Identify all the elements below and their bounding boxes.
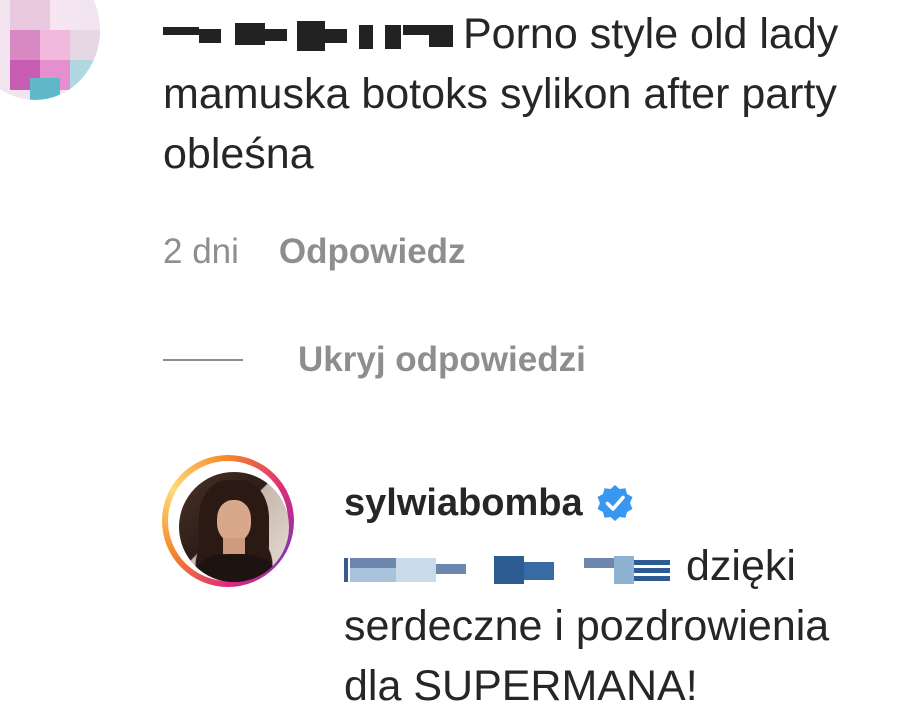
redacted-mention[interactable] — [344, 554, 674, 584]
comment-body: Porno style old lady mamuska botoks syli… — [163, 4, 898, 184]
commenter-avatar[interactable] — [0, 0, 100, 100]
divider-line — [163, 359, 243, 361]
reply-body: dzięki serdeczne i pozdrowienia dla SUPE… — [344, 536, 894, 716]
hide-replies-label: Ukryj odpowiedzi — [298, 340, 586, 379]
comment-timestamp[interactable]: 2 dni — [163, 226, 239, 278]
reply-username[interactable]: sylwiabomba — [344, 478, 583, 528]
reply-username-row: sylwiabomba — [344, 478, 635, 528]
reply-avatar[interactable] — [162, 455, 294, 587]
verified-badge-icon — [597, 485, 633, 521]
redacted-username[interactable] — [163, 20, 453, 53]
profile-photo — [179, 472, 289, 582]
hide-replies-button[interactable]: Ukryj odpowiedzi — [163, 340, 586, 380]
reply-button[interactable]: Odpowiedz — [279, 226, 466, 278]
comment-meta: 2 dni Odpowiedz — [163, 226, 466, 278]
